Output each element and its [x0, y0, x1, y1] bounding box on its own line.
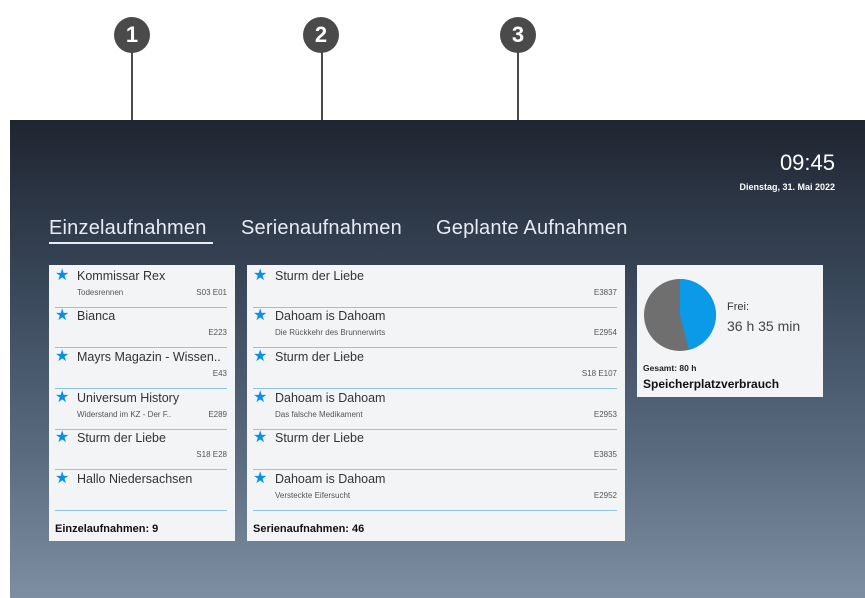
list-item[interactable]: ★ Dahoam is Dahoam Versteckte Eifersucht…	[253, 470, 617, 511]
recording-subtitle: Widerstand im KZ - Der F..	[77, 410, 172, 419]
star-icon: ★	[55, 429, 70, 446]
recording-subtitle: Die Rückkehr des Brunnerwirts	[275, 328, 386, 337]
storage-title: Speicherplatzverbrauch	[643, 377, 780, 391]
recording-title: Dahoam is Dahoam	[275, 391, 386, 405]
list-item[interactable]: ★ Mayrs Magazin - Wissen.. E43	[55, 348, 227, 389]
recording-episode: E3837	[593, 288, 617, 297]
list-item[interactable]: ★ Dahoam is Dahoam Das falsche Medikamen…	[253, 389, 617, 430]
recording-title: Sturm der Liebe	[77, 431, 166, 445]
recording-episode: E223	[208, 328, 227, 337]
storage-free-value: 36 h 35 min	[727, 318, 801, 334]
star-icon: ★	[55, 348, 70, 365]
recording-subtitle: Versteckte Eifersucht	[275, 491, 351, 500]
recording-episode: E289	[208, 410, 227, 419]
recording-episode: E43	[212, 369, 227, 378]
star-icon: ★	[253, 389, 268, 406]
callout-badge-1: 1	[114, 17, 150, 53]
star-icon: ★	[55, 267, 70, 284]
list-item[interactable]: ★ Sturm der Liebe E3835	[253, 429, 617, 470]
recording-episode: E2952	[593, 491, 617, 500]
list-item[interactable]: ★ Universum History Widerstand im KZ - D…	[55, 389, 227, 430]
list-item[interactable]: ★ Dahoam is Dahoam Die Rückkehr des Brun…	[253, 307, 617, 348]
recording-episode: S03 E01	[196, 288, 227, 297]
list-item[interactable]: ★ Kommissar Rex Todesrennen S03 E01	[55, 267, 227, 308]
star-icon: ★	[55, 307, 70, 324]
storage-free-label: Frei:	[727, 301, 749, 313]
recording-title: Hallo Niedersachsen	[77, 472, 193, 486]
recording-episode: E3835	[593, 450, 617, 459]
recording-episode: E2953	[593, 410, 617, 419]
single-recordings-count: Einzelaufnahmen: 9	[55, 523, 159, 535]
list-item[interactable]: ★ Bianca E223	[55, 307, 227, 348]
star-icon: ★	[253, 307, 268, 324]
star-icon: ★	[253, 470, 268, 487]
recording-subtitle: Das falsche Medikament	[275, 410, 363, 419]
storage-pie-chart	[644, 279, 716, 351]
callout-badge-2: 2	[303, 17, 339, 53]
list-item[interactable]: ★ Sturm der Liebe S18 E28	[55, 429, 227, 470]
recording-title: Mayrs Magazin - Wissen..	[77, 350, 221, 364]
list-item[interactable]: ★ Sturm der Liebe S18 E107	[253, 348, 617, 389]
tab-serienaufnahmen[interactable]: Serienaufnahmen	[241, 217, 402, 240]
recording-episode: E2954	[593, 328, 617, 337]
star-icon: ★	[253, 267, 268, 284]
list-item[interactable]: ★ Sturm der Liebe E3837	[253, 267, 617, 308]
callout-badge-3: 3	[500, 17, 536, 53]
recording-title: Dahoam is Dahoam	[275, 309, 386, 323]
recording-title: Universum History	[77, 391, 180, 405]
star-icon: ★	[55, 389, 70, 406]
recording-title: Bianca	[77, 309, 116, 323]
star-icon: ★	[253, 429, 268, 446]
recording-episode: S18 E28	[196, 450, 227, 459]
star-icon: ★	[55, 470, 70, 487]
recording-subtitle: Todesrennen	[77, 288, 124, 297]
clock-time: 09:45	[779, 150, 835, 175]
recording-title: Sturm der Liebe	[275, 431, 364, 445]
recording-title: Kommissar Rex	[77, 269, 166, 283]
recording-title: Dahoam is Dahoam	[275, 472, 386, 486]
list-item[interactable]: ★ Hallo Niedersachsen	[55, 470, 227, 511]
recording-title: Sturm der Liebe	[275, 350, 364, 364]
series-recordings-panel: ★ Sturm der Liebe E3837 ★ Dahoam is Daho…	[247, 265, 625, 541]
recording-title: Sturm der Liebe	[275, 269, 364, 283]
storage-panel: Frei: 36 h 35 min Gesamt: 80 h Speicherp…	[637, 265, 823, 397]
star-icon: ★	[253, 348, 268, 365]
tab-einzelaufnahmen[interactable]: Einzelaufnahmen	[49, 217, 207, 240]
tab-geplante-aufnahmen[interactable]: Geplante Aufnahmen	[436, 217, 628, 240]
tv-screen: 09:45 Dienstag, 31. Mai 2022 Einzelaufna…	[10, 120, 865, 598]
series-recordings-count: Serienaufnahmen: 46	[253, 523, 365, 535]
single-recordings-panel: ★ Kommissar Rex Todesrennen S03 E01 ★ Bi…	[49, 265, 235, 541]
clock-date: Dienstag, 31. Mai 2022	[739, 182, 835, 192]
recording-episode: S18 E107	[581, 369, 617, 378]
active-tab-indicator	[49, 242, 213, 244]
storage-total: Gesamt: 80 h	[643, 363, 697, 373]
